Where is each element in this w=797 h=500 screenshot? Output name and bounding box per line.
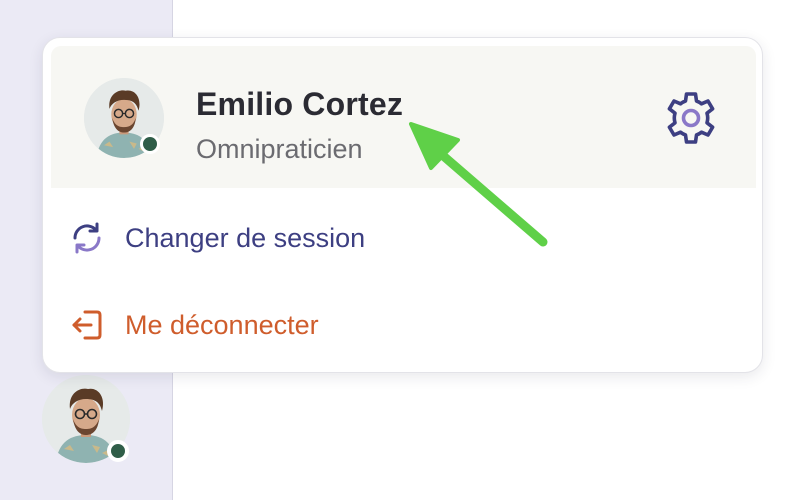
profile-avatar [84,78,164,158]
switch-session-label: Changer de session [125,222,366,253]
online-status-dot [140,134,160,154]
gear-icon [667,92,715,144]
page: Emilio Cortez Omnipraticien Changer de s… [0,0,797,500]
logout-icon [67,305,107,345]
online-status-dot [107,440,129,462]
profile-header: Emilio Cortez Omnipraticien [51,46,756,188]
logout-item[interactable]: Me déconnecter [67,297,727,353]
sidebar-avatar[interactable] [42,375,130,463]
switch-session-item[interactable]: Changer de session [67,210,727,266]
user-menu-popover: Emilio Cortez Omnipraticien Changer de s… [42,37,763,373]
user-role: Omnipraticien [196,134,363,164]
logout-label: Me déconnecter [125,309,319,340]
refresh-icon [67,218,107,258]
settings-button[interactable] [661,88,721,148]
user-name: Emilio Cortez [196,86,404,122]
